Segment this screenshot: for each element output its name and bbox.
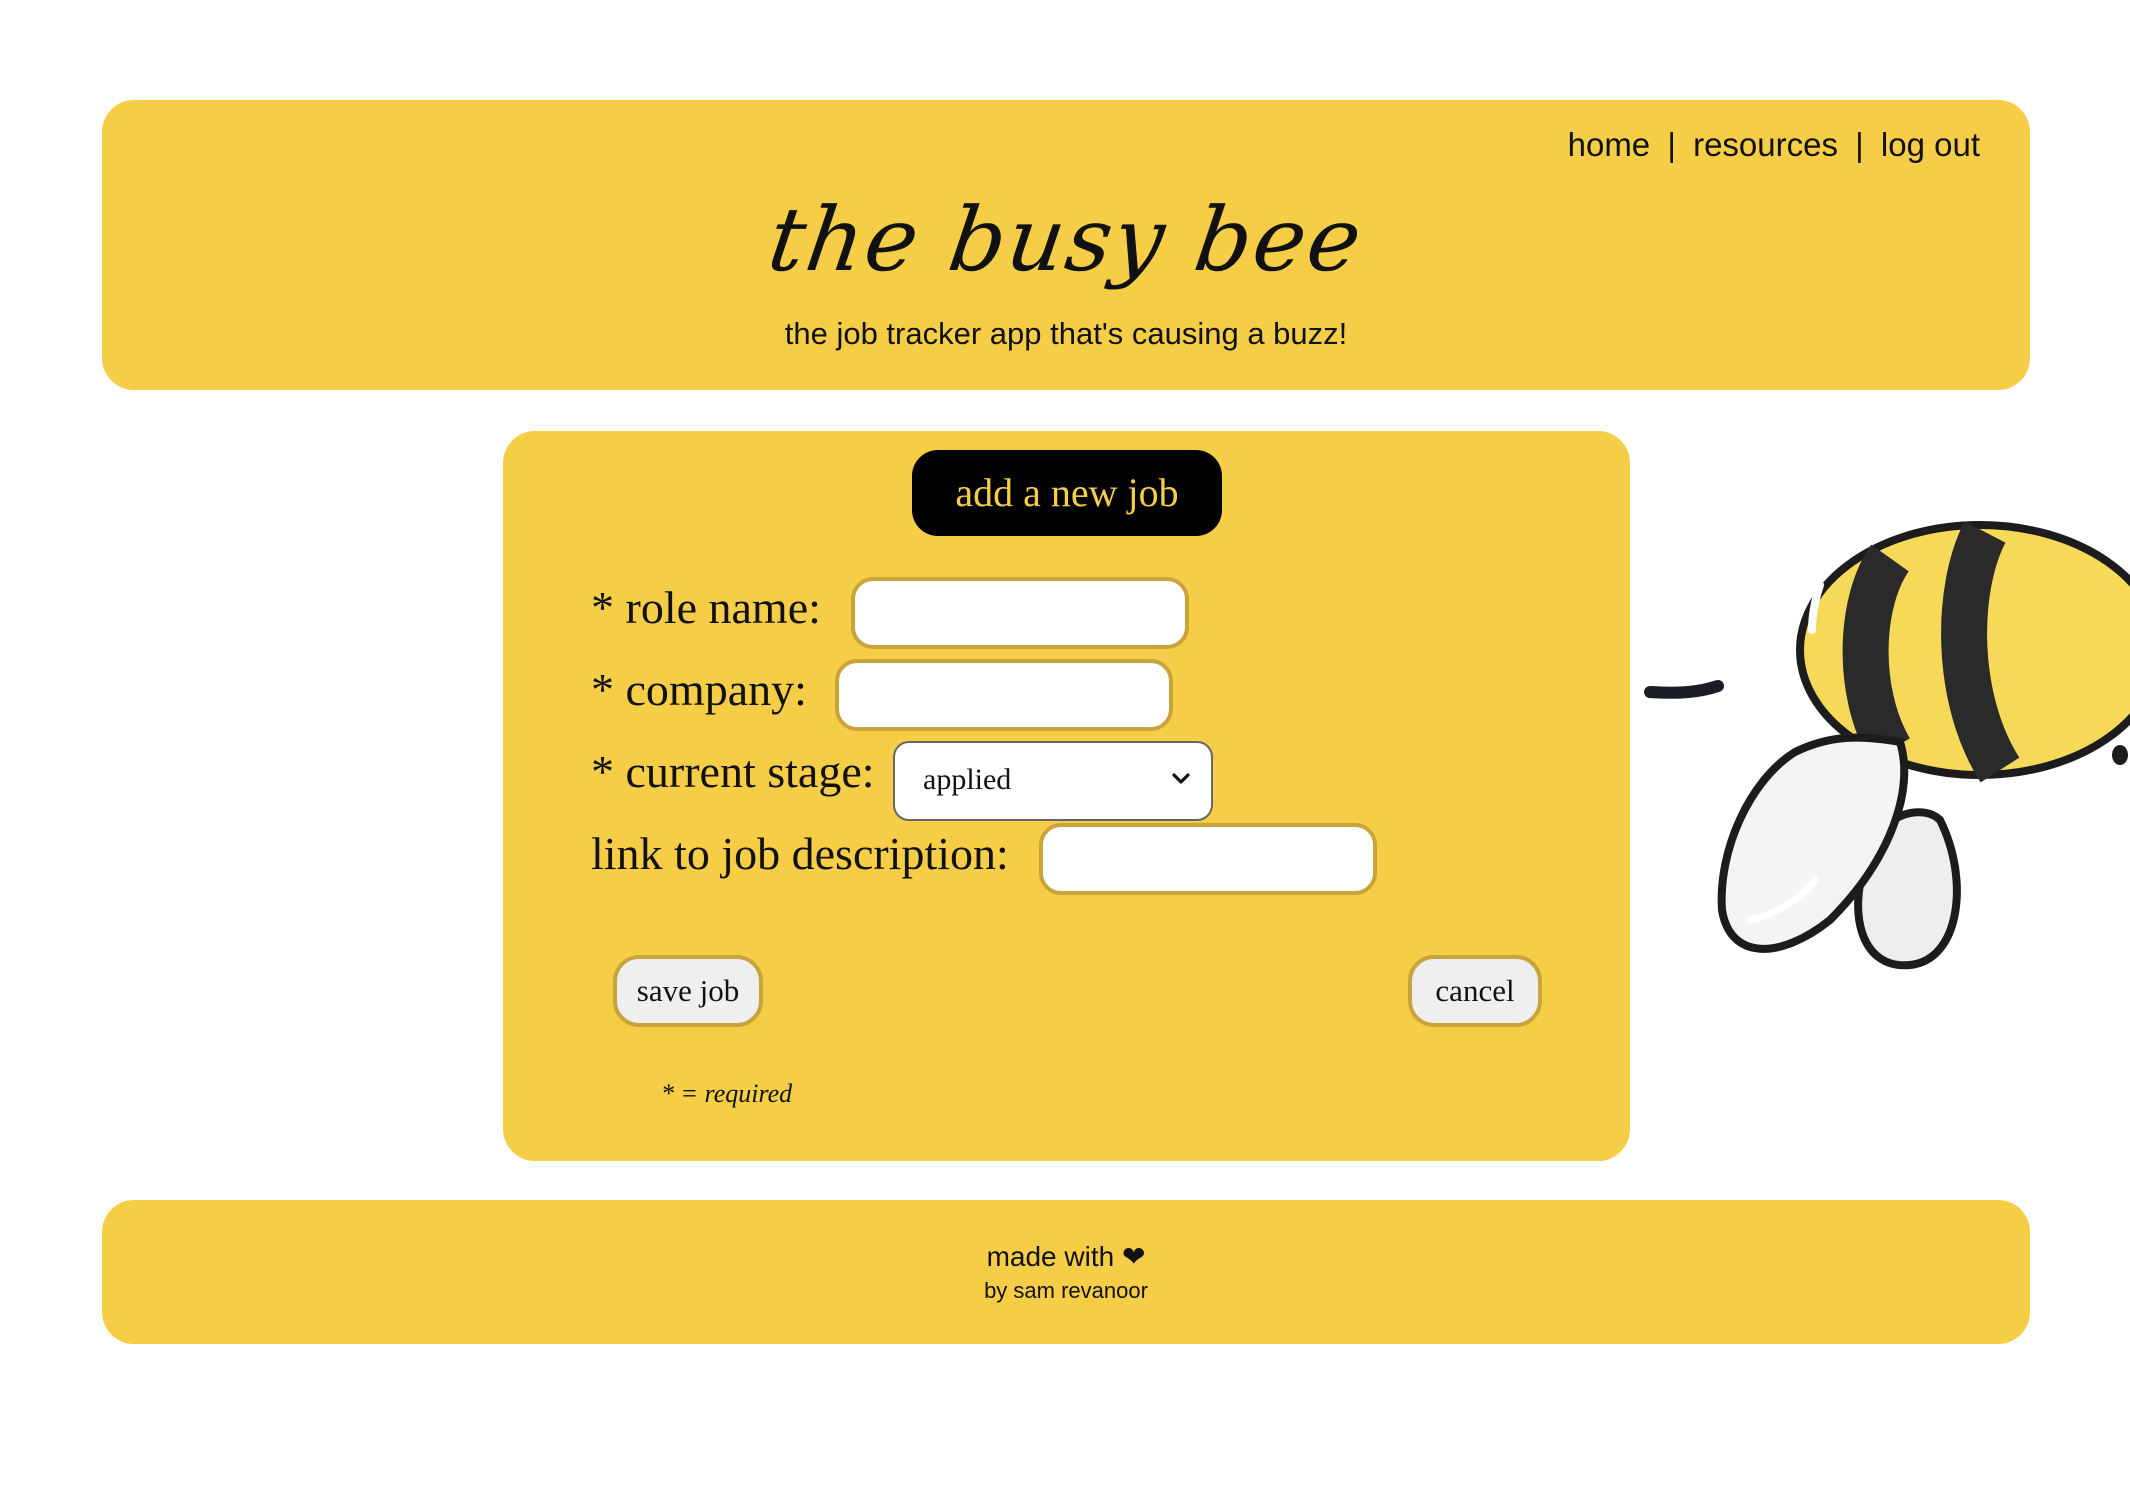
footer-made-with: made with ❤ — [986, 1241, 1146, 1272]
job-link-input[interactable] — [1039, 823, 1377, 895]
bee-illustration — [1644, 521, 2130, 970]
motion-line-icon — [1644, 680, 1724, 699]
tagline: the job tracker app that's causing a buz… — [784, 316, 1348, 351]
nav-home-link[interactable]: home — [1568, 126, 1651, 163]
nav-separator: | — [1667, 126, 1676, 163]
required-note: * = required — [661, 1079, 793, 1108]
add-job-form: add a new job * role name: * company: * … — [503, 431, 1630, 1161]
footer-byline: by sam revanoor — [984, 1278, 1148, 1303]
nav-logout-link[interactable]: log out — [1881, 126, 1980, 163]
chevron-down-icon — [1172, 773, 1190, 784]
nav-separator: | — [1855, 126, 1864, 163]
company-label: * company: — [591, 664, 807, 715]
job-link-label: link to job description: — [591, 828, 1009, 879]
role-name-input[interactable] — [851, 577, 1189, 649]
top-nav: home | resources | log out — [1568, 126, 1980, 164]
current-stage-label: * current stage: — [591, 746, 875, 797]
role-name-label: * role name: — [591, 582, 821, 633]
cancel-button[interactable]: cancel — [1408, 955, 1542, 1027]
current-stage-select[interactable]: applied — [893, 741, 1213, 821]
footer: made with ❤ by sam revanoor — [102, 1200, 2030, 1344]
form-title: add a new job — [912, 450, 1222, 536]
page: home | resources | log out the busy bee … — [0, 0, 2130, 1494]
nav-resources-link[interactable]: resources — [1693, 126, 1838, 163]
brand-title: the busy bee — [762, 188, 1370, 291]
company-input[interactable] — [835, 659, 1173, 731]
header: home | resources | log out the busy bee … — [102, 100, 2030, 390]
current-stage-value: applied — [923, 763, 1012, 796]
save-job-button[interactable]: save job — [613, 955, 763, 1027]
